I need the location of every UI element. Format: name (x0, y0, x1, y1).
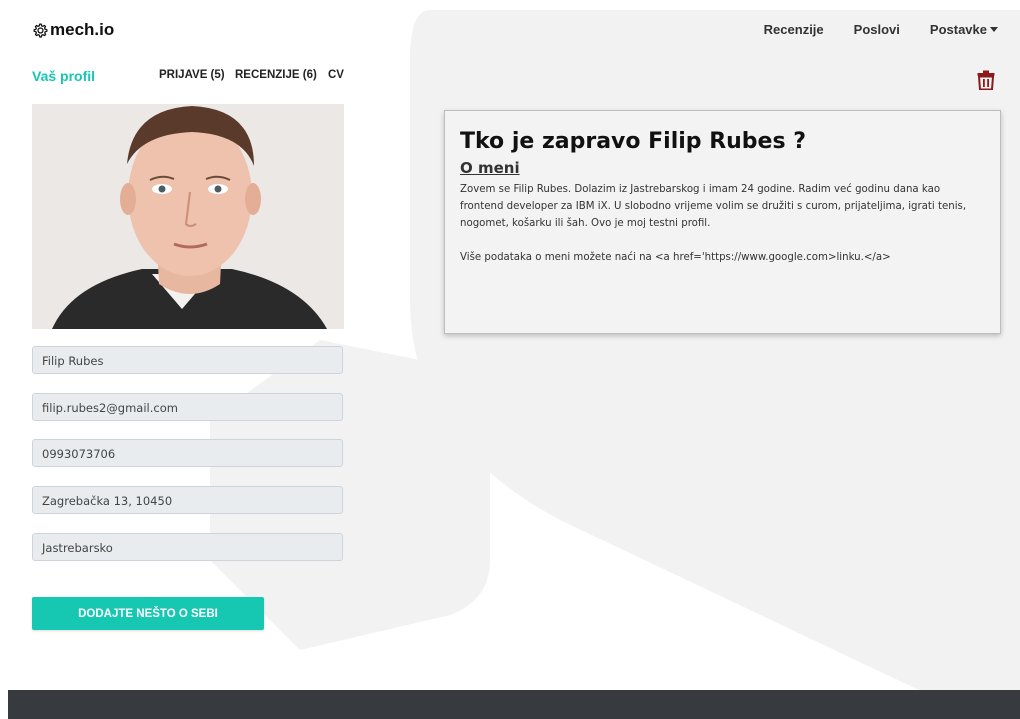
phone-field[interactable]: 0993073706 (32, 439, 343, 467)
tab-applications[interactable]: PRIJAVE (5) (159, 69, 225, 81)
add-about-button[interactable]: DODAJTE NEŠTO O SEBI (32, 597, 264, 630)
page-footer (8, 690, 1020, 719)
top-navbar: mech.io Recenzije Poslovi Postavke (0, 0, 1020, 62)
address-field[interactable]: Zagrebačka 13, 10450 (32, 486, 343, 514)
about-paragraph-1: Zovem se Filip Rubes. Dolazim iz Jastreb… (460, 184, 967, 229)
nav-reviews-link[interactable]: Recenzije (764, 22, 824, 37)
about-paragraph-2: Više podataka o meni možete naći na <a h… (460, 252, 891, 263)
about-text: Zovem se Filip Rubes. Dolazim iz Jastreb… (460, 181, 986, 266)
city-field[interactable]: Jastrebarsko (32, 533, 343, 561)
profile-photo-image (32, 104, 344, 329)
brand-logo[interactable]: mech.io (32, 20, 114, 40)
trash-icon[interactable] (977, 70, 995, 90)
about-subtitle: O meni (460, 159, 520, 177)
tab-reviews[interactable]: RECENZIJE (6) (235, 69, 317, 81)
profile-photo (32, 104, 344, 329)
tab-your-profile[interactable]: Vaš profil (32, 68, 95, 84)
nav-settings-label: Postavke (929, 22, 987, 37)
brand-name: mech.io (50, 20, 115, 39)
about-title: Tko je zapravo Filip Rubes ? (460, 129, 806, 154)
caret-down-icon (990, 27, 998, 32)
gear-icon (33, 22, 48, 38)
name-field[interactable]: Filip Rubes (32, 346, 343, 374)
profile-tabs: Vaš profil PRIJAVE (5) RECENZIJE (6) CV (32, 68, 344, 88)
nav-jobs-link[interactable]: Poslovi (854, 22, 900, 37)
about-card: Tko je zapravo Filip Rubes ? O meni Zove… (444, 110, 1001, 334)
email-field[interactable]: filip.rubes2@gmail.com (32, 393, 343, 421)
nav-settings-dropdown[interactable]: Postavke (930, 22, 998, 37)
tab-cv[interactable]: CV (328, 69, 344, 81)
